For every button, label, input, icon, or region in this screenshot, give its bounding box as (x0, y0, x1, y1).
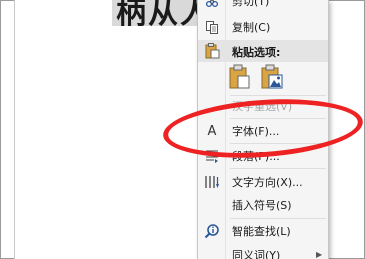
menu-separator (230, 143, 326, 144)
copy-icon (204, 19, 220, 35)
paste-options-row (228, 64, 284, 92)
paste-options-header: 粘贴选项: (198, 40, 328, 62)
menu-item-label: 同义词(Y) (232, 249, 281, 259)
menu-item-synonyms[interactable]: 同义词(Y) (198, 244, 328, 259)
paste-picture-button[interactable] (260, 64, 284, 90)
scissors-icon (204, 0, 220, 9)
menu-item-label: 智能查找(L) (232, 225, 291, 238)
menu-item-smart-lookup[interactable]: 智能查找(L) (198, 220, 328, 242)
menu-item-label: 插入符号(S) (232, 199, 292, 212)
context-menu: 剪切(T) 复制(C) 粘贴选项: 汉字重选(V) A 字体(F)... 段落(… (197, 0, 329, 259)
selected-text: 柄从人 (116, 0, 208, 26)
paragraph-icon (204, 148, 220, 164)
menu-separator (230, 218, 326, 219)
menu-item-cut[interactable]: 剪切(T) (198, 0, 328, 12)
smart-lookup-icon (204, 223, 220, 239)
text-direction-icon (204, 174, 220, 190)
menu-item-label: 复制(C) (232, 21, 271, 34)
menu-item-text-direction[interactable]: 文字方向(X)... (198, 171, 328, 193)
menu-item-label: 段落(P)... (232, 150, 280, 163)
menu-item-label: 文字方向(X)... (232, 176, 303, 189)
menu-item-font[interactable]: A 字体(F)... (198, 120, 328, 142)
menu-item-label: 字体(F)... (232, 125, 280, 138)
menu-item-copy[interactable]: 复制(C) (198, 16, 328, 38)
menu-separator (230, 168, 326, 169)
font-icon: A (207, 123, 217, 139)
menu-separator (230, 118, 326, 119)
selected-text-highlight[interactable]: 柄从人 (112, 0, 208, 26)
paste-keep-source-button[interactable] (228, 64, 252, 90)
menu-item-insert-symbol[interactable]: 插入符号(S) (198, 194, 328, 216)
menu-item-reconversion[interactable]: 汉字重选(V) (198, 95, 328, 117)
menu-item-label: 汉字重选(V) (232, 100, 293, 113)
paste-icon (204, 43, 220, 59)
menu-item-paragraph[interactable]: 段落(P)... (198, 145, 328, 167)
submenu-arrow-icon: ▶ (316, 250, 323, 259)
menu-item-label: 剪切(T) (232, 0, 270, 8)
menu-item-label: 粘贴选项: (232, 46, 281, 59)
